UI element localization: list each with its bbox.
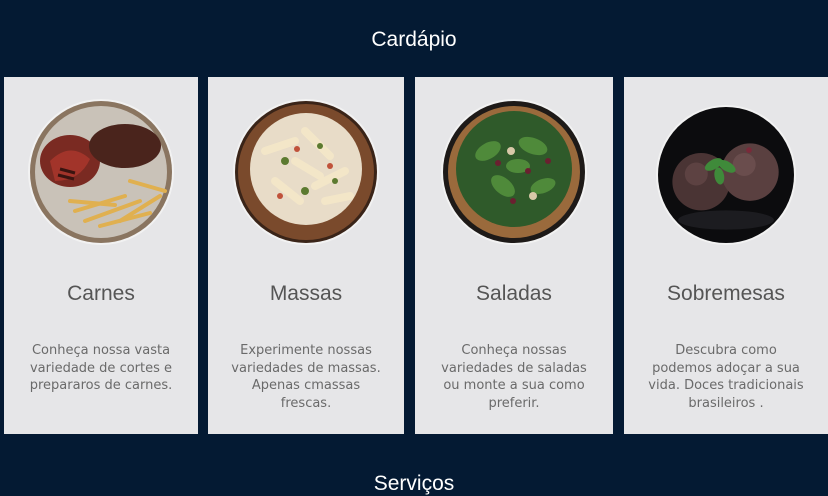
- chocolate-dessert-image: [658, 107, 794, 243]
- section-title: Cardápio: [371, 28, 457, 51]
- penne-pasta-image: [235, 101, 377, 243]
- card-title: Carnes: [67, 282, 135, 305]
- menu-card-massas[interactable]: Massas Experimente nossas variedades de …: [208, 77, 404, 434]
- card-title: Saladas: [476, 282, 552, 305]
- green-salad-image: [443, 101, 585, 243]
- steak-fries-image: [30, 101, 172, 243]
- card-description: Conheça nossa vasta variedade de cortes …: [29, 343, 173, 393]
- menu-card-saladas[interactable]: Saladas Conheça nossas variedades de sal…: [415, 77, 613, 434]
- menu-card-carnes[interactable]: Carnes Conheça nossa vasta variedade de …: [4, 77, 198, 434]
- card-description: Experimente nossas variedades de massas.…: [231, 343, 381, 411]
- menu-card-sobremesas[interactable]: Sobremesas Descubra como podemos adoçar …: [624, 77, 828, 434]
- card-description: Descubra como podemos adoçar a sua vida.…: [648, 343, 804, 411]
- card-title: Massas: [269, 282, 343, 305]
- card-description: Conheça nossas variedades de saladas ou …: [441, 343, 587, 411]
- card-title: Sobremesas: [667, 282, 785, 305]
- next-section-title: Serviços: [373, 472, 455, 495]
